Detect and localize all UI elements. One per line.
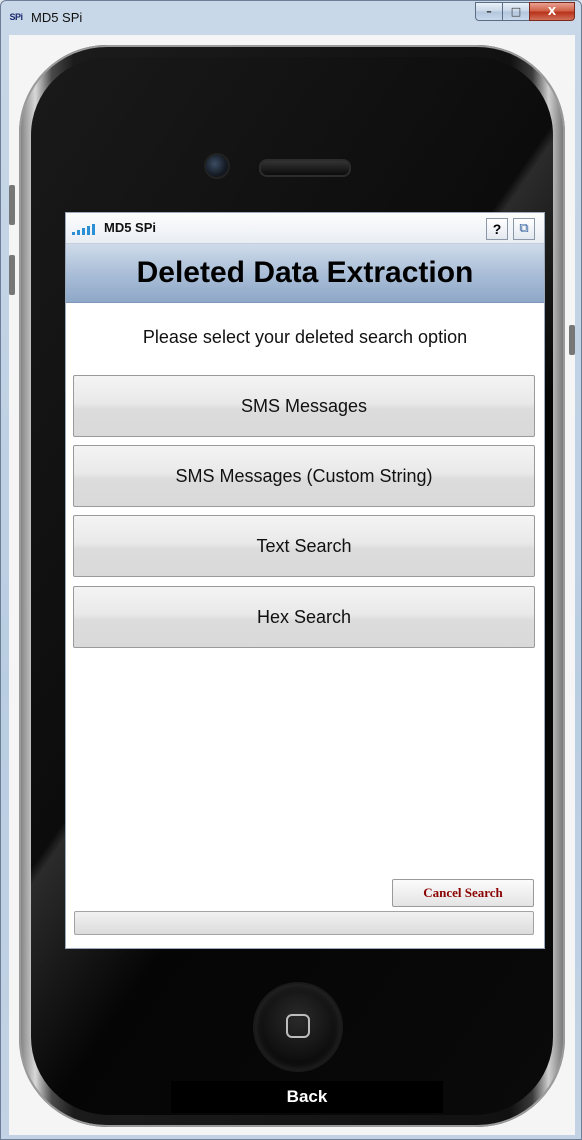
text-search-button[interactable]: Text Search [73,515,535,577]
page-title: Deleted Data Extraction [66,244,544,303]
spi-logo-icon: SPi [9,12,23,22]
cancel-search-button[interactable]: Cancel Search [392,879,534,907]
speaker-grille [259,159,351,177]
prompt-text: Please select your deleted search option [142,327,468,347]
hex-search-button[interactable]: Hex Search [73,586,535,648]
side-button [569,325,575,355]
window-frame: SPi MD5 SPi – □ X MD5 SPi ? ⧉ Deleted Da… [0,0,582,1140]
minimize-button[interactable]: – [475,2,503,21]
sms-custom-string-button[interactable]: SMS Messages (Custom String) [73,445,535,507]
home-square-icon [286,1014,310,1038]
back-button[interactable]: Back [171,1081,443,1113]
window-title: MD5 SPi [31,10,83,25]
volume-button [9,185,15,225]
home-button[interactable] [255,984,341,1070]
maximize-button[interactable]: □ [502,2,530,21]
app-title: MD5 SPi [104,220,157,235]
signal-bars-icon [72,224,96,235]
volume-button [9,255,15,295]
restore-window-icon[interactable]: ⧉ [513,218,535,240]
help-button[interactable]: ? [486,218,508,240]
app-titlebar: MD5 SPi ? ⧉ [66,213,544,244]
window-controls: – □ X [475,2,575,21]
progress-bar [74,911,534,935]
camera-icon [204,153,230,179]
window-titlebar[interactable]: SPi MD5 SPi – □ X [1,1,582,35]
app-screen: MD5 SPi ? ⧉ Deleted Data Extraction Plea… [65,212,545,949]
close-button[interactable]: X [529,2,575,21]
sms-messages-button[interactable]: SMS Messages [73,375,535,437]
